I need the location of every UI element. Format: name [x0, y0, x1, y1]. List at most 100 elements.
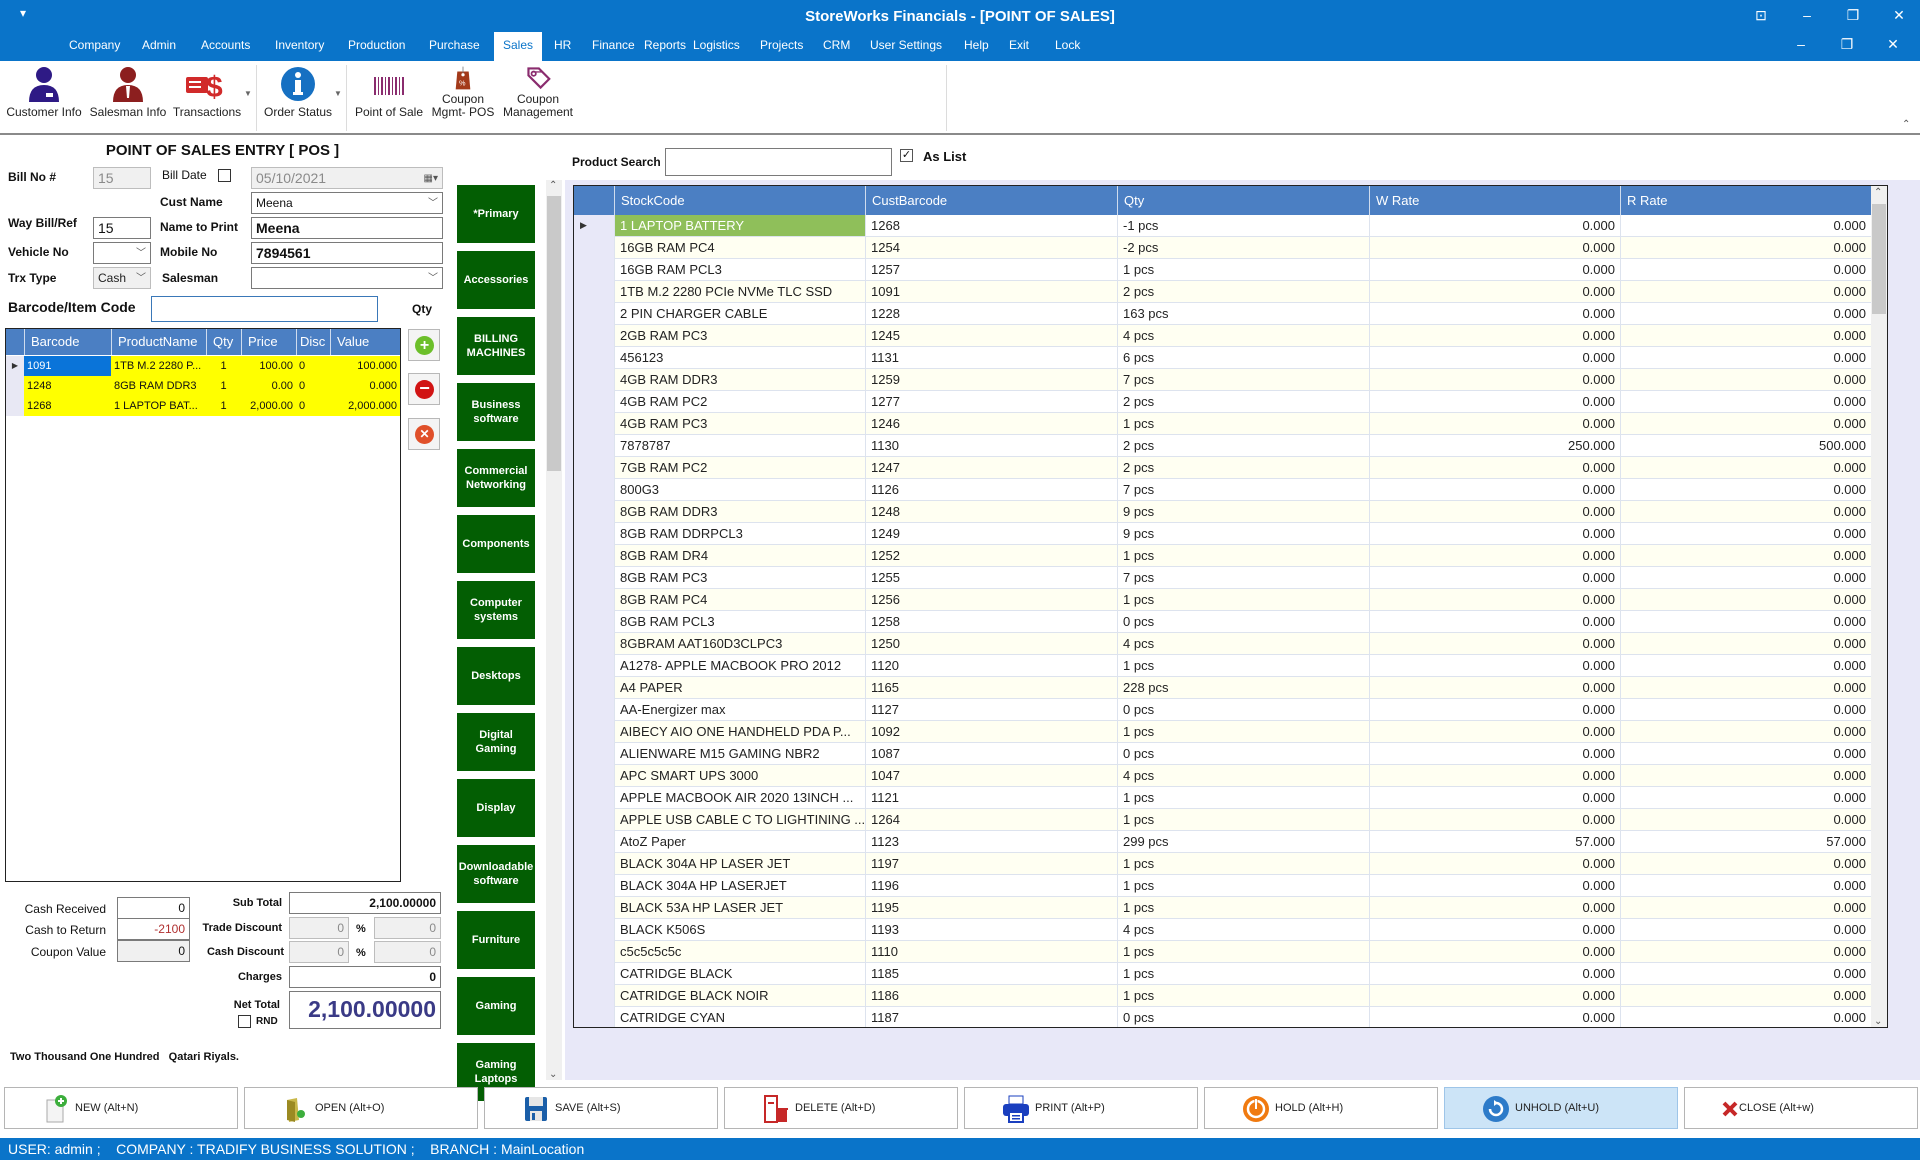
product-cell-custbarcode[interactable]: 1120: [865, 655, 1117, 676]
product-row[interactable]: AIBECY AIO ONE HANDHELD PDA P... 1092 1 pc…: [574, 721, 1871, 743]
product-cell-qty[interactable]: 7 pcs: [1117, 567, 1369, 588]
cart-col-barcode[interactable]: Barcode: [24, 329, 111, 355]
product-cell-rrate[interactable]: 0.000: [1620, 523, 1871, 544]
product-cell-custbarcode[interactable]: 1087: [865, 743, 1117, 764]
product-row[interactable]: 8GB RAM DR4 1252 1 pcs 0.000 0.000: [574, 545, 1871, 567]
decrease-qty-button[interactable]: −: [408, 373, 440, 405]
product-cell-custbarcode[interactable]: 1268: [865, 215, 1117, 236]
product-row[interactable]: 8GB RAM PCL3 1258 0 pcs 0.000 0.000: [574, 611, 1871, 633]
remove-item-button[interactable]: ✕: [408, 418, 440, 450]
cart-cell-qty[interactable]: 1: [206, 396, 241, 416]
product-cell-qty[interactable]: 2 pcs: [1117, 391, 1369, 412]
cash-discount-amt-field[interactable]: 0: [374, 941, 441, 963]
product-cell-stockcode[interactable]: 4GB RAM PC3: [614, 413, 865, 434]
product-cell-stockcode[interactable]: 8GB RAM DDRPCL3: [614, 523, 865, 544]
menu-exit[interactable]: Exit: [1000, 32, 1038, 61]
product-cell-qty[interactable]: 1 pcs: [1117, 941, 1369, 962]
category-button[interactable]: Desktops: [457, 647, 535, 705]
product-cell-stockcode[interactable]: APC SMART UPS 3000: [614, 765, 865, 786]
cart-cell-qty[interactable]: 1: [206, 376, 241, 396]
unhold-button[interactable]: UNHOLD (Alt+U): [1444, 1087, 1678, 1129]
product-cell-wrate[interactable]: 0.000: [1369, 237, 1620, 258]
minimize-window-icon[interactable]: –: [1792, 4, 1822, 26]
product-cell-qty[interactable]: 2 pcs: [1117, 457, 1369, 478]
cart-cell-price[interactable]: 0.00: [241, 376, 296, 396]
product-cell-custbarcode[interactable]: 1197: [865, 853, 1117, 874]
cart-row[interactable]: 1268 1 LAPTOP BAT... 1 2,000.00 0 2,000.000: [6, 396, 400, 416]
product-row[interactable]: AtoZ Paper 1123 299 pcs 57.000 57.000: [574, 831, 1871, 853]
product-row[interactable]: ALIENWARE M15 GAMING NBR2 1087 0 pcs 0.000 0…: [574, 743, 1871, 765]
product-cell-wrate[interactable]: 0.000: [1369, 655, 1620, 676]
menu-user-settings[interactable]: User Settings: [861, 32, 951, 61]
product-cell-stockcode[interactable]: BLACK 304A HP LASER JET: [614, 853, 865, 874]
product-cell-stockcode[interactable]: 456123: [614, 347, 865, 368]
product-cell-stockcode[interactable]: 8GB RAM PCL3: [614, 611, 865, 632]
menu-projects[interactable]: Projects: [751, 32, 812, 61]
product-cell-qty[interactable]: 0 pcs: [1117, 1007, 1369, 1027]
cart-cell-price[interactable]: 100.00: [241, 356, 296, 376]
ribbon-order-status[interactable]: Order Status: [262, 65, 334, 119]
product-cell-stockcode[interactable]: A4 PAPER: [614, 677, 865, 698]
product-cell-qty[interactable]: 1 pcs: [1117, 985, 1369, 1006]
charges-field[interactable]: 0: [289, 966, 441, 988]
product-row[interactable]: A4 PAPER 1165 228 pcs 0.000 0.000: [574, 677, 1871, 699]
cart-cell-barcode[interactable]: 1248: [24, 376, 111, 396]
mdi-restore-icon[interactable]: ❐: [1834, 36, 1860, 53]
product-cell-rrate[interactable]: 0.000: [1620, 479, 1871, 500]
rnd-checkbox[interactable]: [238, 1015, 251, 1028]
product-cell-rrate[interactable]: 0.000: [1620, 391, 1871, 412]
product-cell-stockcode[interactable]: 800G3: [614, 479, 865, 500]
cust-name-select[interactable]: Meena ﹀: [251, 192, 443, 214]
product-cell-wrate[interactable]: 0.000: [1369, 963, 1620, 984]
menu-accounts[interactable]: Accounts: [192, 32, 259, 61]
hold-button[interactable]: HOLD (Alt+H): [1204, 1087, 1438, 1129]
category-button[interactable]: Components: [457, 515, 535, 573]
product-cell-stockcode[interactable]: CATRIDGE CYAN: [614, 1007, 865, 1027]
product-cell-wrate[interactable]: 0.000: [1369, 1007, 1620, 1027]
category-button[interactable]: Furniture: [457, 911, 535, 969]
product-row[interactable]: BLACK K506S 1193 4 pcs 0.000 0.000: [574, 919, 1871, 941]
scroll-up-icon[interactable]: ⌃: [1874, 187, 1882, 198]
product-cell-stockcode[interactable]: AtoZ Paper: [614, 831, 865, 852]
product-cell-stockcode[interactable]: 16GB RAM PC4: [614, 237, 865, 258]
cart-col-product[interactable]: ProductName: [111, 329, 206, 355]
product-cell-rrate[interactable]: 0.000: [1620, 809, 1871, 830]
product-cell-wrate[interactable]: 0.000: [1369, 347, 1620, 368]
product-cell-rrate[interactable]: 0.000: [1620, 787, 1871, 808]
product-cell-wrate[interactable]: 57.000: [1369, 831, 1620, 852]
cart-col-value[interactable]: Value: [330, 329, 400, 355]
product-cell-stockcode[interactable]: APPLE USB CABLE C TO LIGHTINING ...: [614, 809, 865, 830]
product-cell-wrate[interactable]: 250.000: [1369, 435, 1620, 456]
category-button[interactable]: Commercial Networking: [457, 449, 535, 507]
ribbon-coupon-management[interactable]: Coupon Management: [500, 65, 576, 119]
product-cell-qty[interactable]: 0 pcs: [1117, 743, 1369, 764]
collapse-ribbon-icon[interactable]: ⌃: [1902, 119, 1910, 130]
product-row[interactable]: 8GB RAM PC3 1255 7 pcs 0.000 0.000: [574, 567, 1871, 589]
ribbon-coupon-mgmt-pos[interactable]: % Coupon Mgmt- POS: [430, 65, 496, 119]
category-button[interactable]: BILLING MACHINES: [457, 317, 535, 375]
product-cell-custbarcode[interactable]: 1277: [865, 391, 1117, 412]
product-row[interactable]: CATRIDGE BLACK 1185 1 pcs 0.000 0.000: [574, 963, 1871, 985]
mdi-minimize-icon[interactable]: –: [1788, 36, 1814, 52]
as-list-checkbox[interactable]: ✓: [900, 149, 913, 162]
product-cell-custbarcode[interactable]: 1258: [865, 611, 1117, 632]
product-cell-stockcode[interactable]: 8GB RAM DDR3: [614, 501, 865, 522]
product-row[interactable]: CATRIDGE CYAN 1187 0 pcs 0.000 0.000: [574, 1007, 1871, 1027]
save-button[interactable]: SAVE (Alt+S): [484, 1087, 718, 1129]
product-cell-rrate[interactable]: 0.000: [1620, 303, 1871, 324]
product-cell-wrate[interactable]: 0.000: [1369, 699, 1620, 720]
product-cell-stockcode[interactable]: 16GB RAM PCL3: [614, 259, 865, 280]
product-cell-custbarcode[interactable]: 1264: [865, 809, 1117, 830]
bill-no-field[interactable]: 15: [93, 167, 151, 189]
product-cell-stockcode[interactable]: 2 PIN CHARGER CABLE: [614, 303, 865, 324]
product-cell-stockcode[interactable]: c5c5c5c5c: [614, 941, 865, 962]
product-cell-rrate[interactable]: 0.000: [1620, 325, 1871, 346]
scroll-up-icon[interactable]: ⌃: [549, 180, 557, 191]
product-cell-qty[interactable]: 4 pcs: [1117, 919, 1369, 940]
product-cell-qty[interactable]: 1 pcs: [1117, 259, 1369, 280]
product-cell-stockcode[interactable]: 4GB RAM DDR3: [614, 369, 865, 390]
product-cell-rrate[interactable]: 0.000: [1620, 589, 1871, 610]
product-cell-custbarcode[interactable]: 1254: [865, 237, 1117, 258]
product-cell-wrate[interactable]: 0.000: [1369, 875, 1620, 896]
product-cell-rrate[interactable]: 0.000: [1620, 655, 1871, 676]
